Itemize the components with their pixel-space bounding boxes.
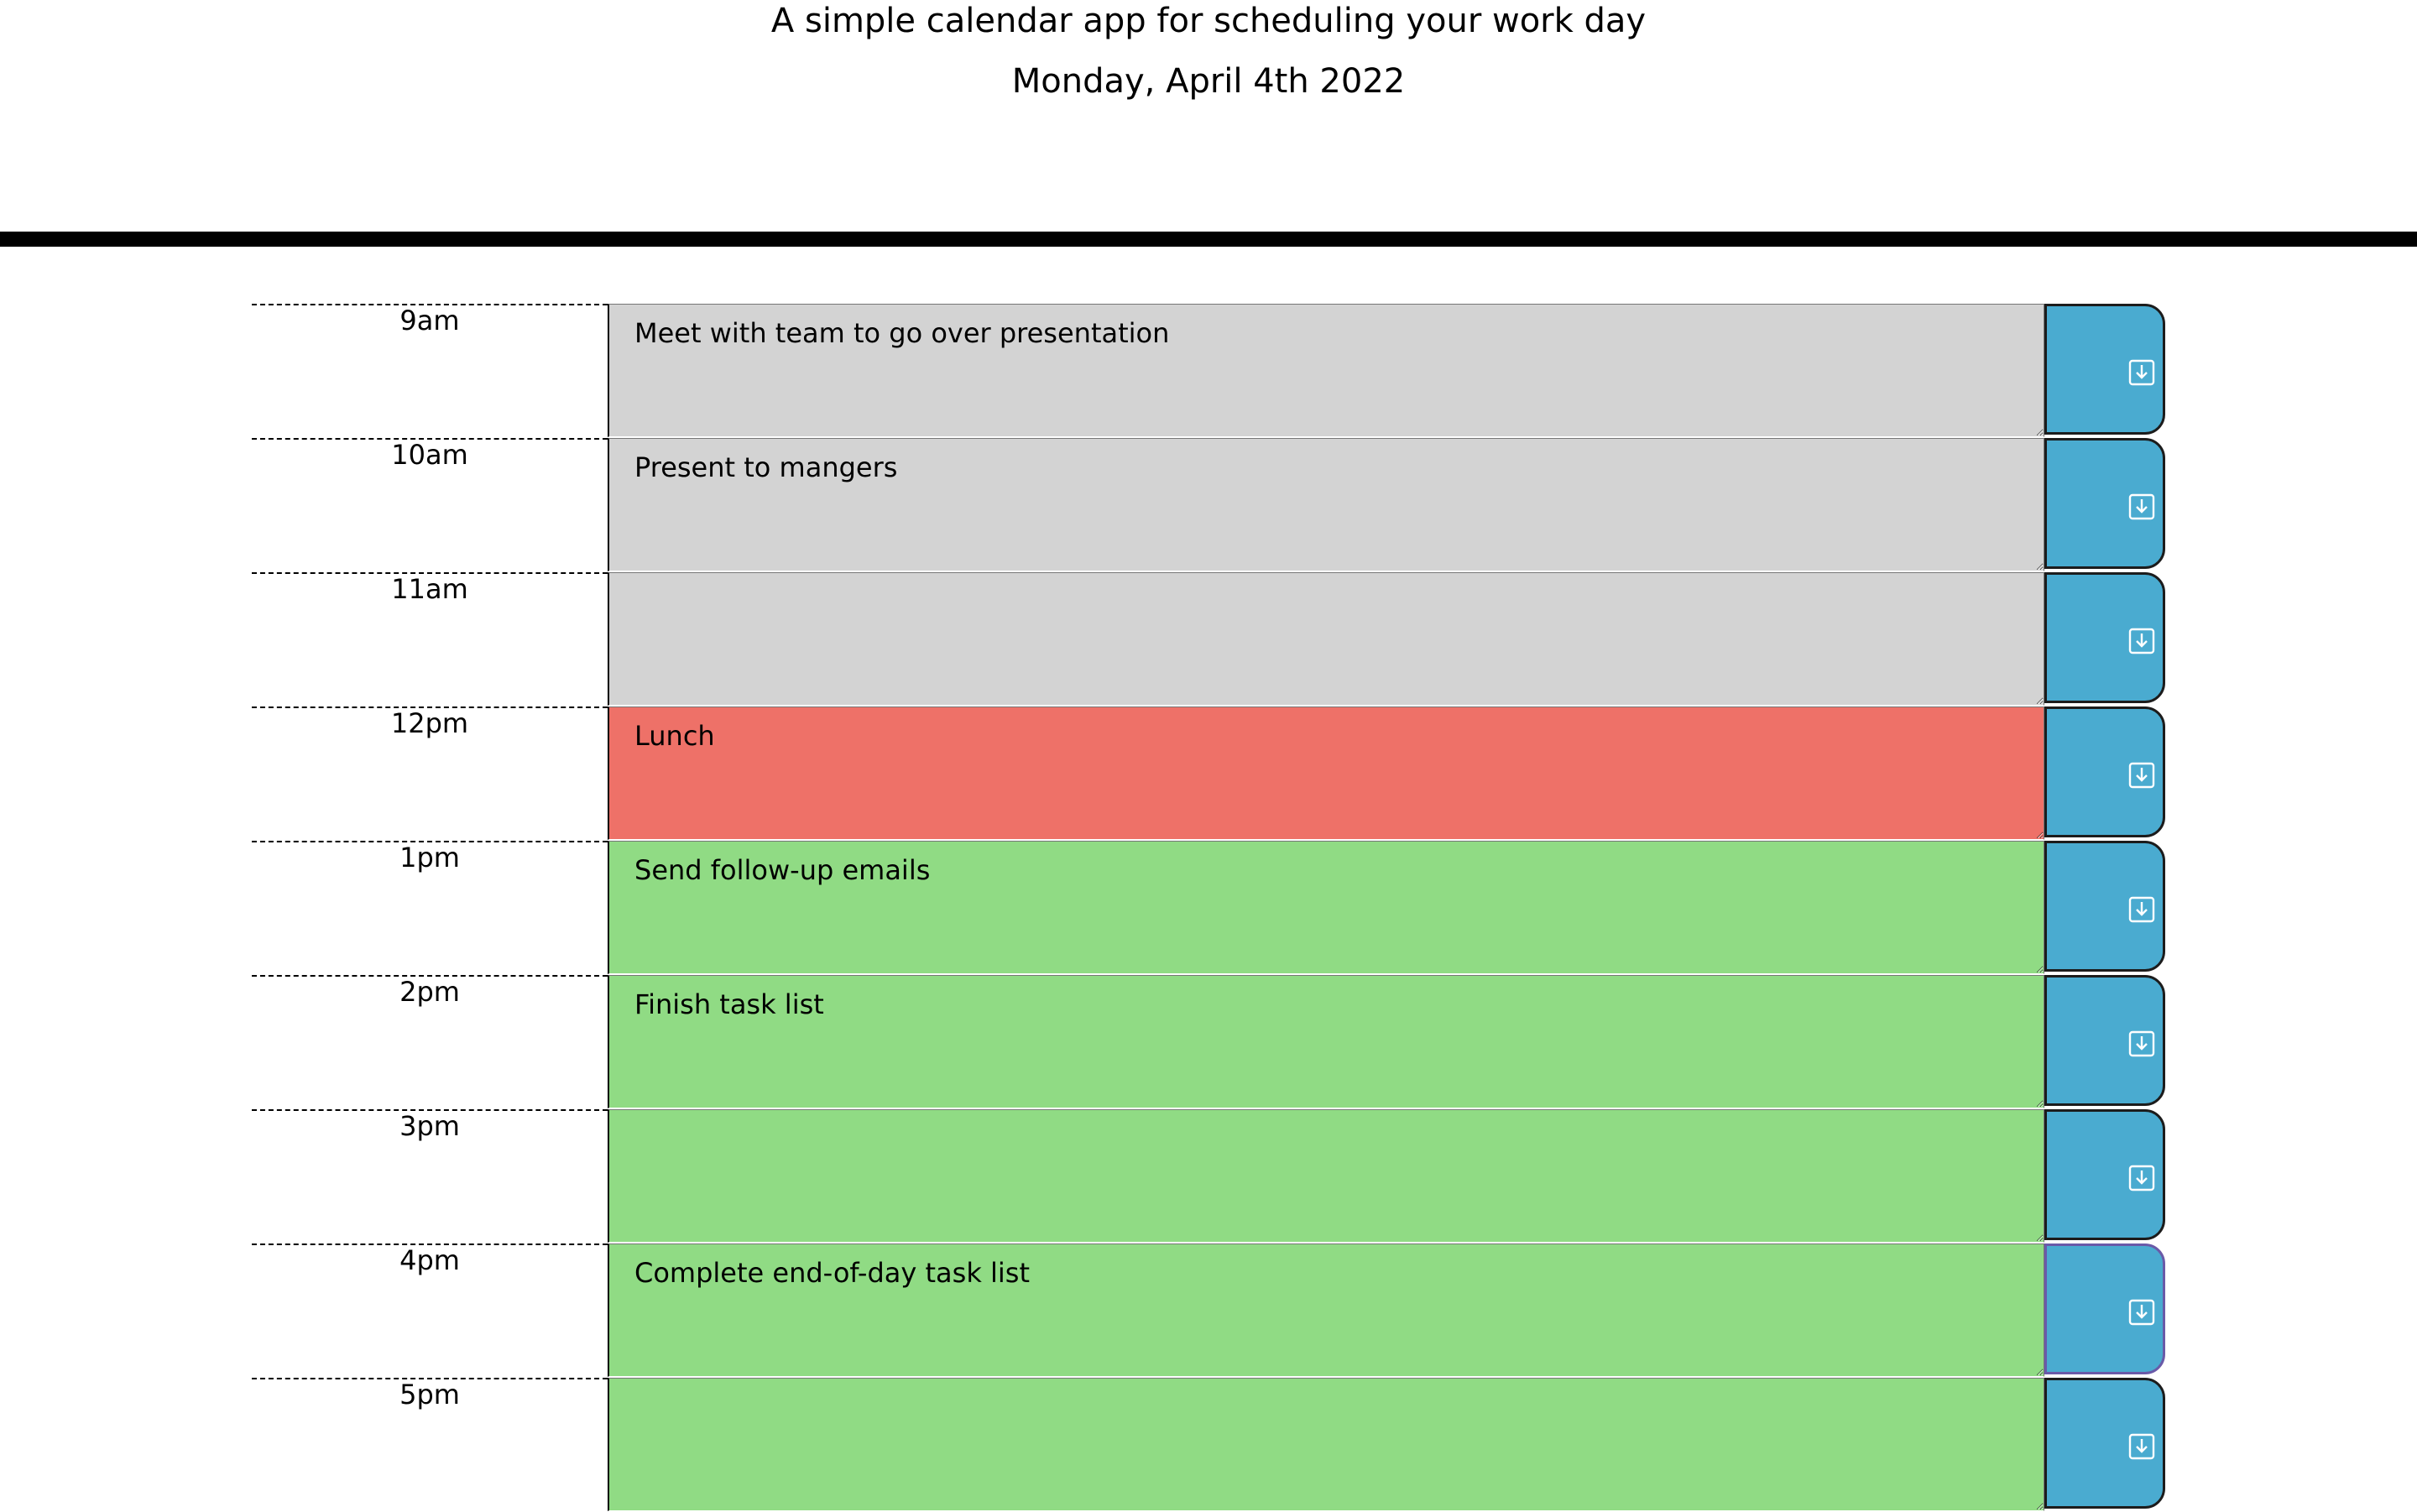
save-button[interactable]	[2044, 841, 2165, 972]
event-description-input[interactable]: Send follow-up emails	[608, 841, 2044, 974]
save-button[interactable]	[2044, 975, 2165, 1106]
save-button[interactable]	[2044, 304, 2165, 435]
event-description-input[interactable]: Lunch	[608, 706, 2044, 840]
save-icon	[2128, 1299, 2155, 1326]
hour-label: 10am	[252, 438, 608, 571]
event-description-input[interactable]	[608, 1109, 2044, 1243]
time-block-5pm: 5pm	[252, 1378, 2165, 1512]
hour-label: 5pm	[252, 1378, 608, 1510]
save-icon	[2128, 1433, 2155, 1460]
save-icon	[2128, 628, 2155, 654]
time-block-3pm: 3pm	[252, 1109, 2165, 1243]
header-divider	[0, 232, 2417, 247]
save-button[interactable]	[2044, 1109, 2165, 1240]
hour-label: 2pm	[252, 975, 608, 1108]
time-block-4pm: 4pm Complete end-of-day task list	[252, 1243, 2165, 1378]
save-icon	[2128, 896, 2155, 923]
time-block-12pm: 12pm Lunch	[252, 706, 2165, 841]
hour-label: 4pm	[252, 1243, 608, 1376]
jumbotron-header: A simple calendar app for scheduling you…	[0, 0, 2417, 232]
save-icon	[2128, 1030, 2155, 1057]
save-icon	[2128, 493, 2155, 520]
hour-label: 9am	[252, 304, 608, 436]
save-button[interactable]	[2044, 572, 2165, 703]
event-description-input[interactable]: Meet with team to go over presentation	[608, 304, 2044, 437]
save-button[interactable]	[2044, 706, 2165, 837]
save-icon	[2128, 1165, 2155, 1191]
time-block-1pm: 1pm Send follow-up emails	[252, 841, 2165, 975]
time-block-11am: 11am	[252, 572, 2165, 706]
app-description: A simple calendar app for scheduling you…	[770, 2, 1647, 40]
current-day: Monday, April 4th 2022	[1011, 62, 1406, 101]
save-icon	[2128, 762, 2155, 789]
hour-label: 11am	[252, 572, 608, 705]
time-block-10am: 10am Present to mangers	[252, 438, 2165, 572]
time-block-9am: 9am Meet with team to go over presentati…	[252, 304, 2165, 438]
time-block-list: 9am Meet with team to go over presentati…	[0, 304, 2417, 1512]
event-description-input[interactable]: Present to mangers	[608, 438, 2044, 571]
event-description-input[interactable]	[608, 572, 2044, 706]
save-button[interactable]	[2044, 1243, 2165, 1374]
save-button[interactable]	[2044, 438, 2165, 569]
save-icon	[2128, 359, 2155, 386]
time-block-2pm: 2pm Finish task list	[252, 975, 2165, 1109]
hour-label: 1pm	[252, 841, 608, 973]
event-description-input[interactable]	[608, 1378, 2044, 1511]
event-description-input[interactable]: Complete end-of-day task list	[608, 1243, 2044, 1377]
hour-label: 12pm	[252, 706, 608, 839]
event-description-input[interactable]: Finish task list	[608, 975, 2044, 1108]
hour-label: 3pm	[252, 1109, 608, 1242]
save-button[interactable]	[2044, 1378, 2165, 1509]
